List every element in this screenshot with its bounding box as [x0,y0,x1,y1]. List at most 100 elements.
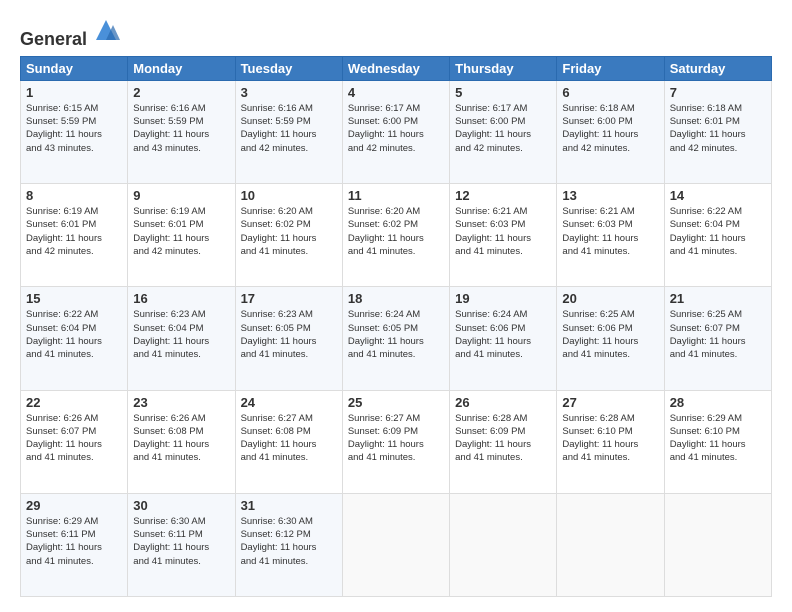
day-number: 24 [241,395,337,410]
day-number: 17 [241,291,337,306]
calendar-cell: 10 Sunrise: 6:20 AMSunset: 6:02 PMDayligh… [235,184,342,287]
day-info: Sunrise: 6:22 AMSunset: 6:04 PMDaylight:… [670,205,766,258]
day-number: 28 [670,395,766,410]
calendar-week-row: 29Sunrise: 6:29 AMSunset: 6:11 PMDayligh… [21,493,772,596]
calendar-cell: 5 Sunrise: 6:17 AMSunset: 6:00 PMDaylight… [450,80,557,183]
calendar-cell: 1 Sunrise: 6:15 AMSunset: 5:59 PMDaylight… [21,80,128,183]
day-info: Sunrise: 6:27 AMSunset: 6:08 PMDaylight:… [241,412,337,465]
calendar-week-row: 8 Sunrise: 6:19 AMSunset: 6:01 PMDaylight… [21,184,772,287]
calendar-cell [664,493,771,596]
calendar-cell: 4 Sunrise: 6:17 AMSunset: 6:00 PMDaylight… [342,80,449,183]
day-info: Sunrise: 6:28 AMSunset: 6:10 PMDaylight:… [562,412,658,465]
day-info: Sunrise: 6:22 AMSunset: 6:04 PMDaylight:… [26,308,122,361]
weekday-header-tuesday: Tuesday [235,56,342,80]
day-number: 15 [26,291,122,306]
day-info: Sunrise: 6:24 AMSunset: 6:05 PMDaylight:… [348,308,444,361]
day-number: 29 [26,498,122,513]
calendar-week-row: 15 Sunrise: 6:22 AMSunset: 6:04 PMDayligh… [21,287,772,390]
day-number: 11 [348,188,444,203]
day-info: Sunrise: 6:27 AMSunset: 6:09 PMDaylight:… [348,412,444,465]
day-number: 23 [133,395,229,410]
calendar-cell: 12 Sunrise: 6:21 AMSunset: 6:03 PMDayligh… [450,184,557,287]
day-info: Sunrise: 6:23 AMSunset: 6:04 PMDaylight:… [133,308,229,361]
day-number: 20 [562,291,658,306]
day-info: Sunrise: 6:19 AMSunset: 6:01 PMDaylight:… [133,205,229,258]
calendar-cell [342,493,449,596]
calendar-cell: 18 Sunrise: 6:24 AMSunset: 6:05 PMDayligh… [342,287,449,390]
day-number: 25 [348,395,444,410]
day-info: Sunrise: 6:17 AMSunset: 6:00 PMDaylight:… [348,102,444,155]
day-info: Sunrise: 6:24 AMSunset: 6:06 PMDaylight:… [455,308,551,361]
day-info: Sunrise: 6:30 AMSunset: 6:11 PMDaylight:… [133,515,229,568]
calendar-header-row: SundayMondayTuesdayWednesdayThursdayFrid… [21,56,772,80]
day-info: Sunrise: 6:25 AMSunset: 6:06 PMDaylight:… [562,308,658,361]
day-number: 10 [241,188,337,203]
calendar-cell: 30 Sunrise: 6:30 AMSunset: 6:11 PMDayligh… [128,493,235,596]
calendar-cell: 14 Sunrise: 6:22 AMSunset: 6:04 PMDayligh… [664,184,771,287]
day-info: Sunrise: 6:26 AMSunset: 6:08 PMDaylight:… [133,412,229,465]
day-info: Sunrise: 6:16 AMSunset: 5:59 PMDaylight:… [133,102,229,155]
logo-text: General [20,15,121,50]
day-number: 9 [133,188,229,203]
day-number: 19 [455,291,551,306]
day-number: 14 [670,188,766,203]
day-info: Sunrise: 6:28 AMSunset: 6:09 PMDaylight:… [455,412,551,465]
day-info: Sunrise: 6:15 AMSunset: 5:59 PMDaylight:… [26,102,122,155]
calendar-cell [557,493,664,596]
calendar-cell: 15 Sunrise: 6:22 AMSunset: 6:04 PMDayligh… [21,287,128,390]
calendar-cell: 2 Sunrise: 6:16 AMSunset: 5:59 PMDaylight… [128,80,235,183]
day-number: 7 [670,85,766,100]
day-number: 26 [455,395,551,410]
weekday-header-saturday: Saturday [664,56,771,80]
calendar-cell: 31Sunrise: 6:30 AMSunset: 6:12 PMDayligh… [235,493,342,596]
day-info: Sunrise: 6:29 AMSunset: 6:10 PMDaylight:… [670,412,766,465]
day-number: 12 [455,188,551,203]
day-number: 27 [562,395,658,410]
day-number: 30 [133,498,229,513]
calendar-cell: 16 Sunrise: 6:23 AMSunset: 6:04 PMDayligh… [128,287,235,390]
calendar-cell: 19 Sunrise: 6:24 AMSunset: 6:06 PMDayligh… [450,287,557,390]
day-number: 1 [26,85,122,100]
logo-icon [91,15,121,45]
calendar-cell: 9 Sunrise: 6:19 AMSunset: 6:01 PMDaylight… [128,184,235,287]
calendar-cell: 6 Sunrise: 6:18 AMSunset: 6:00 PMDaylight… [557,80,664,183]
day-number: 3 [241,85,337,100]
calendar-cell: 11Sunrise: 6:20 AMSunset: 6:02 PMDayligh… [342,184,449,287]
calendar-cell: 3Sunrise: 6:16 AMSunset: 5:59 PMDaylight… [235,80,342,183]
calendar-table: SundayMondayTuesdayWednesdayThursdayFrid… [20,56,772,597]
day-info: Sunrise: 6:21 AMSunset: 6:03 PMDaylight:… [455,205,551,258]
weekday-header-friday: Friday [557,56,664,80]
day-info: Sunrise: 6:26 AMSunset: 6:07 PMDaylight:… [26,412,122,465]
day-info: Sunrise: 6:25 AMSunset: 6:07 PMDaylight:… [670,308,766,361]
calendar-cell: 26 Sunrise: 6:28 AMSunset: 6:09 PMDayligh… [450,390,557,493]
day-info: Sunrise: 6:21 AMSunset: 6:03 PMDaylight:… [562,205,658,258]
day-number: 6 [562,85,658,100]
weekday-header-thursday: Thursday [450,56,557,80]
weekday-header-wednesday: Wednesday [342,56,449,80]
day-info: Sunrise: 6:20 AMSunset: 6:02 PMDaylight:… [241,205,337,258]
day-info: Sunrise: 6:17 AMSunset: 6:00 PMDaylight:… [455,102,551,155]
calendar-cell: 7 Sunrise: 6:18 AMSunset: 6:01 PMDaylight… [664,80,771,183]
header: General [20,15,772,46]
day-info: Sunrise: 6:30 AMSunset: 6:12 PMDaylight:… [241,515,337,568]
day-number: 22 [26,395,122,410]
weekday-header-sunday: Sunday [21,56,128,80]
day-number: 5 [455,85,551,100]
calendar-cell: 20 Sunrise: 6:25 AMSunset: 6:06 PMDayligh… [557,287,664,390]
day-number: 4 [348,85,444,100]
day-number: 2 [133,85,229,100]
day-number: 8 [26,188,122,203]
calendar-cell: 25 Sunrise: 6:27 AMSunset: 6:09 PMDayligh… [342,390,449,493]
day-number: 13 [562,188,658,203]
calendar-cell: 8 Sunrise: 6:19 AMSunset: 6:01 PMDaylight… [21,184,128,287]
day-info: Sunrise: 6:19 AMSunset: 6:01 PMDaylight:… [26,205,122,258]
day-info: Sunrise: 6:18 AMSunset: 6:00 PMDaylight:… [562,102,658,155]
calendar-cell: 22 Sunrise: 6:26 AMSunset: 6:07 PMDayligh… [21,390,128,493]
day-number: 21 [670,291,766,306]
day-number: 16 [133,291,229,306]
calendar-cell: 17Sunrise: 6:23 AMSunset: 6:05 PMDayligh… [235,287,342,390]
calendar-cell: 27 Sunrise: 6:28 AMSunset: 6:10 PMDayligh… [557,390,664,493]
day-info: Sunrise: 6:18 AMSunset: 6:01 PMDaylight:… [670,102,766,155]
day-number: 18 [348,291,444,306]
calendar-cell [450,493,557,596]
